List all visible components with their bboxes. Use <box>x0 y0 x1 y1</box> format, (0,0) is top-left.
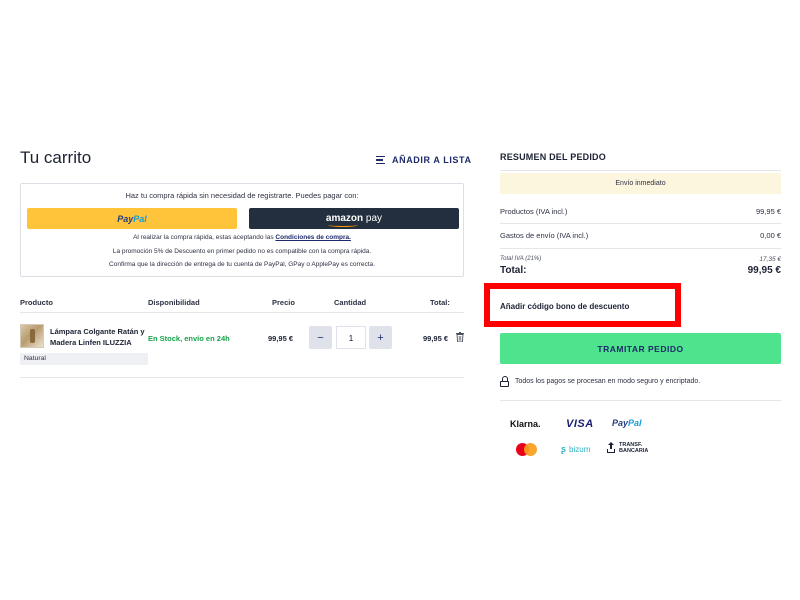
total-label: Total: <box>500 265 527 276</box>
quantity-decrement-button[interactable]: − <box>309 326 332 349</box>
shipping-banner: Envío inmediato <box>500 173 781 194</box>
page-title: Tu carrito <box>20 148 92 167</box>
trash-icon[interactable] <box>456 332 464 342</box>
col-header-availability: Disponibilidad <box>148 298 200 307</box>
terms-link[interactable]: Condiciones de compra. <box>275 234 351 241</box>
row-total: 99,95 € <box>423 334 449 343</box>
amazon-pay-logo: amazon pay <box>326 213 382 227</box>
quantity-input[interactable]: 1 <box>336 326 366 349</box>
paypal-button[interactable]: PayPal <box>27 208 237 229</box>
product-variant: Natural <box>20 353 148 365</box>
upload-icon <box>607 442 615 453</box>
col-header-total: Total: <box>430 298 450 307</box>
total-value: 99,95 € <box>747 265 781 276</box>
checkout-button[interactable]: TRAMITAR PEDIDO <box>500 333 781 364</box>
col-header-price: Precio <box>272 298 295 307</box>
paypal-logo: PayPal <box>117 213 147 224</box>
products-value: 99,95 € <box>755 207 781 216</box>
summary-divider <box>500 170 781 171</box>
summary-divider <box>500 223 781 224</box>
lock-icon <box>500 376 509 387</box>
col-header-quantity: Cantidad <box>334 298 367 307</box>
iva-value: 17,35 € <box>759 256 781 263</box>
add-to-list-label: AÑADIR A LISTA <box>392 155 472 165</box>
mastercard-icon <box>516 443 538 457</box>
bizum-icon: ʂ <box>561 444 567 454</box>
visa-logo: VISA <box>566 418 594 430</box>
summary-divider <box>500 248 781 249</box>
add-to-list-button[interactable]: AÑADIR A LISTA <box>376 155 472 165</box>
shipping-value: 0,00 € <box>760 231 781 240</box>
table-divider <box>20 312 464 313</box>
quick-buy-intro: Haz tu compra rápida sin necesidad de re… <box>125 191 359 200</box>
secure-text: Todos los pagos se procesan en modo segu… <box>515 378 701 385</box>
stock-status: En Stock, envío en 24h <box>148 334 230 343</box>
unit-price: 99,95 € <box>268 334 294 343</box>
summary-divider <box>500 400 781 401</box>
summary-title: RESUMEN DEL PEDIDO <box>500 152 606 162</box>
col-header-product: Producto <box>20 298 53 307</box>
secure-payment-note: Todos los pagos se procesan en modo segu… <box>500 376 700 387</box>
bizum-logo: ʂ bizum <box>561 444 591 454</box>
discount-code-link[interactable]: Añadir código bono de descuento <box>500 302 629 311</box>
klarna-logo: Klarna. <box>510 419 541 429</box>
paypal-logo: PayPal <box>612 418 642 428</box>
table-divider <box>20 377 464 378</box>
products-label: Productos (IVA incl.) <box>500 207 568 216</box>
bank-transfer-logo: TRANSF. BANCARIA <box>607 442 648 454</box>
shipping-label: Gastos de envío (IVA incl.) <box>500 231 589 240</box>
product-name[interactable]: Lámpara Colgante Ratán y Madera Linfen I… <box>50 326 148 348</box>
quick-buy-box: Haz tu compra rápida sin necesidad de re… <box>20 183 464 277</box>
iva-label: Total IVA (21%) <box>500 256 542 262</box>
product-image[interactable] <box>20 324 44 348</box>
address-note: Confirma que la dirección de entrega de … <box>109 261 375 268</box>
quantity-increment-button[interactable]: + <box>369 326 392 349</box>
list-icon <box>376 155 385 165</box>
promo-note: La promoción 5% de Descuento en primer p… <box>112 248 372 255</box>
amazon-pay-button[interactable]: amazon pay <box>249 208 459 229</box>
terms-note: Al realizar la compra rápida, estas acep… <box>133 234 351 241</box>
